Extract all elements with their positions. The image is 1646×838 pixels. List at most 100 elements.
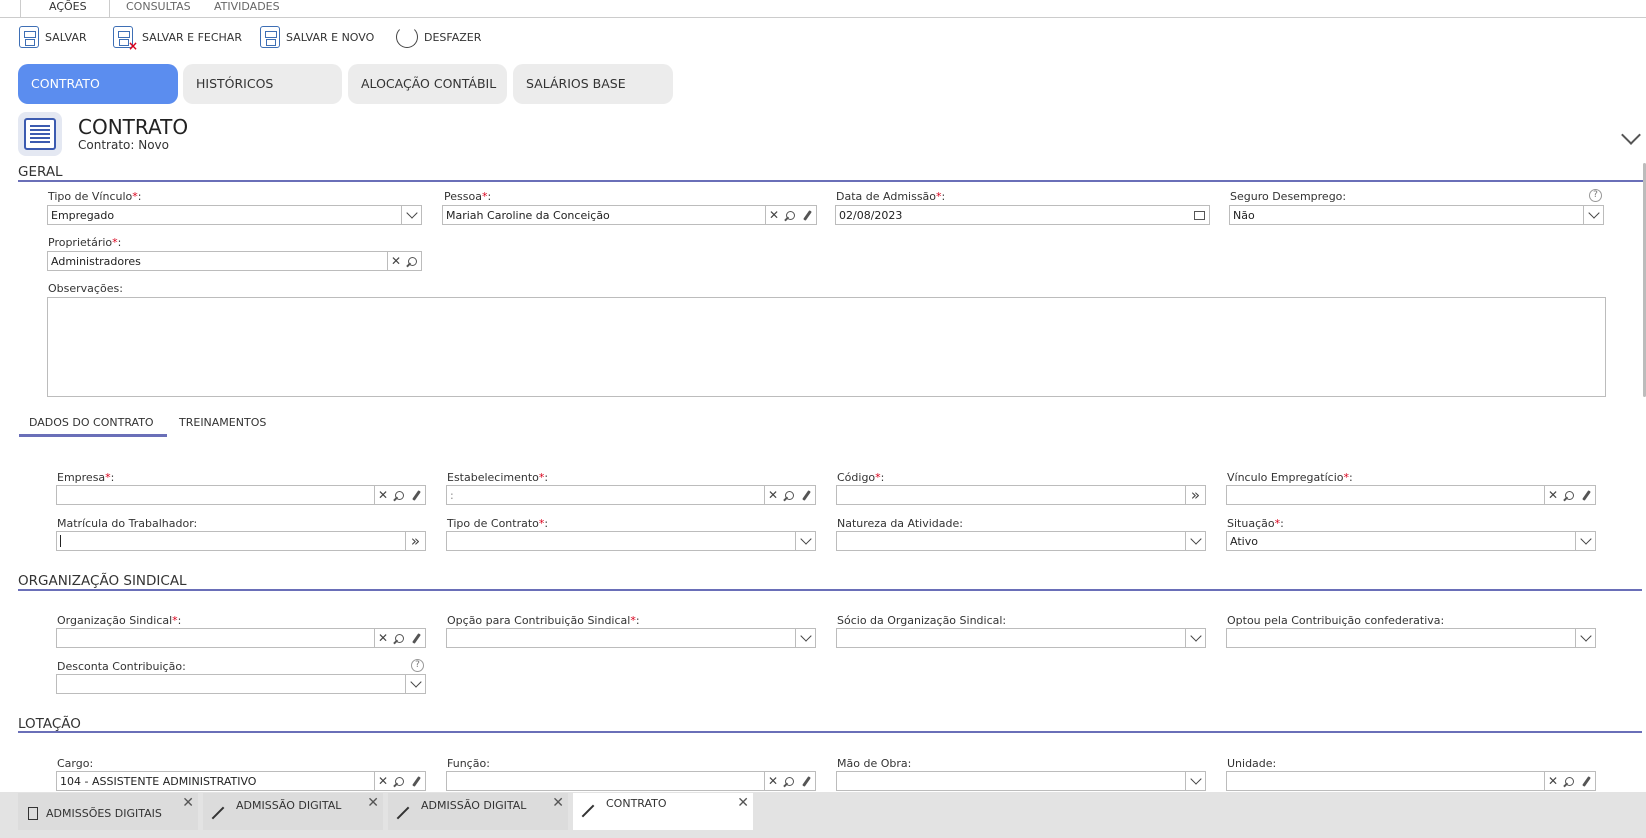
save-button[interactable]: SALVAR [19,24,87,50]
search-icon[interactable] [1561,772,1578,790]
chevron-down-icon[interactable] [1575,532,1595,550]
observacoes-label: Observações: [48,282,123,295]
task-admissao-digital-1[interactable]: ADMISSÃO DIGITAL ✕ [203,793,383,830]
funcao-field[interactable]: ✕ [446,771,816,791]
top-tab-acoes[interactable]: AÇÕES [20,0,110,18]
cargo-field[interactable]: 104 - ASSISTENTE ADMINISTRATIVO ✕ [56,771,426,791]
help-icon[interactable]: ? [1589,189,1602,202]
optou-confederativa-select[interactable] [1226,628,1596,648]
situacao-select[interactable]: Ativo [1226,531,1596,551]
top-tab-atividades[interactable]: ATIVIDADES [214,0,280,18]
undo-icon [396,26,418,48]
close-icon[interactable]: ✕ [737,795,749,811]
chevron-down-icon[interactable] [795,629,815,647]
estabelecimento-field[interactable]: : ✕ [446,485,816,505]
search-icon[interactable] [1561,486,1578,504]
close-icon[interactable]: ✕ [552,795,564,811]
desconta-contribuicao-select[interactable] [56,674,426,694]
task-label: ADMISSÕES DIGITAIS [46,807,162,820]
edit-icon[interactable] [798,772,815,790]
codigo-field[interactable]: » [836,485,1206,505]
chevron-down-icon[interactable] [1185,772,1205,790]
task-admissao-digital-2[interactable]: ADMISSÃO DIGITAL ✕ [388,793,568,830]
unidade-field[interactable]: ✕ [1226,771,1596,791]
search-icon[interactable] [391,772,408,790]
socio-select[interactable] [836,628,1206,648]
collapse-chevron-icon[interactable] [1621,125,1641,145]
save-new-button[interactable]: SALVAR E NOVO [260,24,374,50]
document-icon [28,807,38,820]
search-icon[interactable] [404,252,421,270]
data-admissao-label: Data de Admissão*: [836,190,946,203]
vinculo-empregaticio-field[interactable]: ✕ [1226,485,1596,505]
subtab-treinamentos[interactable]: TREINAMENTOS [179,416,266,429]
chevron-down-icon[interactable] [1185,629,1205,647]
seguro-desemprego-select[interactable]: Não [1229,205,1604,225]
pencil-icon [396,806,410,820]
opcao-contribuicao-select[interactable] [446,628,816,648]
close-icon[interactable]: ✕ [367,795,379,811]
tab-historicos[interactable]: HISTÓRICOS [183,64,342,104]
organizacao-sindical-field[interactable]: ✕ [56,628,426,648]
help-icon[interactable]: ? [411,659,424,672]
empresa-field[interactable]: ✕ [56,485,426,505]
task-admissoes-digitais[interactable]: ADMISSÕES DIGITAIS ✕ [18,793,198,830]
data-admissao-field[interactable]: 02/08/2023 [835,205,1210,225]
matricula-label: Matrícula do Trabalhador: [57,517,198,530]
clear-icon[interactable]: ✕ [764,772,781,790]
tab-salarios-base[interactable]: SALÁRIOS BASE [513,64,673,104]
clear-icon[interactable]: ✕ [374,629,391,647]
calendar-icon[interactable] [1191,206,1208,224]
clear-icon[interactable]: ✕ [1544,772,1561,790]
edit-icon[interactable] [408,629,425,647]
clear-icon[interactable]: ✕ [374,486,391,504]
chevron-down-icon[interactable] [1575,629,1595,647]
double-chevron-right-icon[interactable]: » [1185,486,1205,504]
edit-icon[interactable] [799,206,816,224]
edit-icon[interactable] [798,486,815,504]
tab-alocacao-contabil[interactable]: ALOCAÇÃO CONTÁBIL [348,64,507,104]
double-chevron-right-icon[interactable]: » [405,532,425,550]
undo-button[interactable]: DESFAZER [396,24,481,50]
edit-icon[interactable] [1578,486,1595,504]
subtab-dados-contrato[interactable]: DADOS DO CONTRATO [29,416,154,429]
clear-icon[interactable]: ✕ [1544,486,1561,504]
top-tab-consultas[interactable]: CONSULTAS [126,0,191,18]
edit-icon[interactable] [1578,772,1595,790]
clear-icon[interactable]: ✕ [764,486,781,504]
pessoa-field[interactable]: Mariah Caroline da Conceição ✕ [442,205,817,225]
section-lotacao: LOTAÇÃO [18,716,81,732]
chevron-down-icon[interactable] [795,532,815,550]
tipo-vinculo-select[interactable]: Empregado [47,205,422,225]
close-icon[interactable]: ✕ [182,795,194,811]
search-icon[interactable] [391,629,408,647]
socio-label: Sócio da Organização Sindical: [837,614,1007,627]
edit-icon[interactable] [408,772,425,790]
floppy-close-icon: × [113,26,138,53]
observacoes-textarea[interactable] [47,297,1606,397]
empresa-label: Empresa*: [57,471,115,484]
tab-contrato[interactable]: CONTRATO [18,64,178,104]
clear-icon[interactable]: ✕ [765,206,782,224]
mao-obra-select[interactable] [836,771,1206,791]
tipo-contrato-select[interactable] [446,531,816,551]
chevron-down-icon[interactable] [405,675,425,693]
proprietario-label: Proprietário*: [48,236,122,249]
chevron-down-icon[interactable] [1185,532,1205,550]
search-icon[interactable] [782,206,799,224]
search-icon[interactable] [781,772,798,790]
chevron-down-icon[interactable] [1583,206,1603,224]
clear-icon[interactable]: ✕ [374,772,391,790]
pencil-icon [581,804,595,818]
clear-icon[interactable]: ✕ [387,252,404,270]
matricula-field[interactable]: » [56,531,426,551]
task-contrato[interactable]: CONTRATO ✕ [573,793,753,830]
page-title: CONTRATO [78,115,189,139]
chevron-down-icon[interactable] [401,206,421,224]
save-close-button[interactable]: × SALVAR E FECHAR [113,24,242,53]
search-icon[interactable] [781,486,798,504]
proprietario-field[interactable]: Administradores ✕ [47,251,422,271]
natureza-atividade-select[interactable] [836,531,1206,551]
edit-icon[interactable] [408,486,425,504]
search-icon[interactable] [391,486,408,504]
